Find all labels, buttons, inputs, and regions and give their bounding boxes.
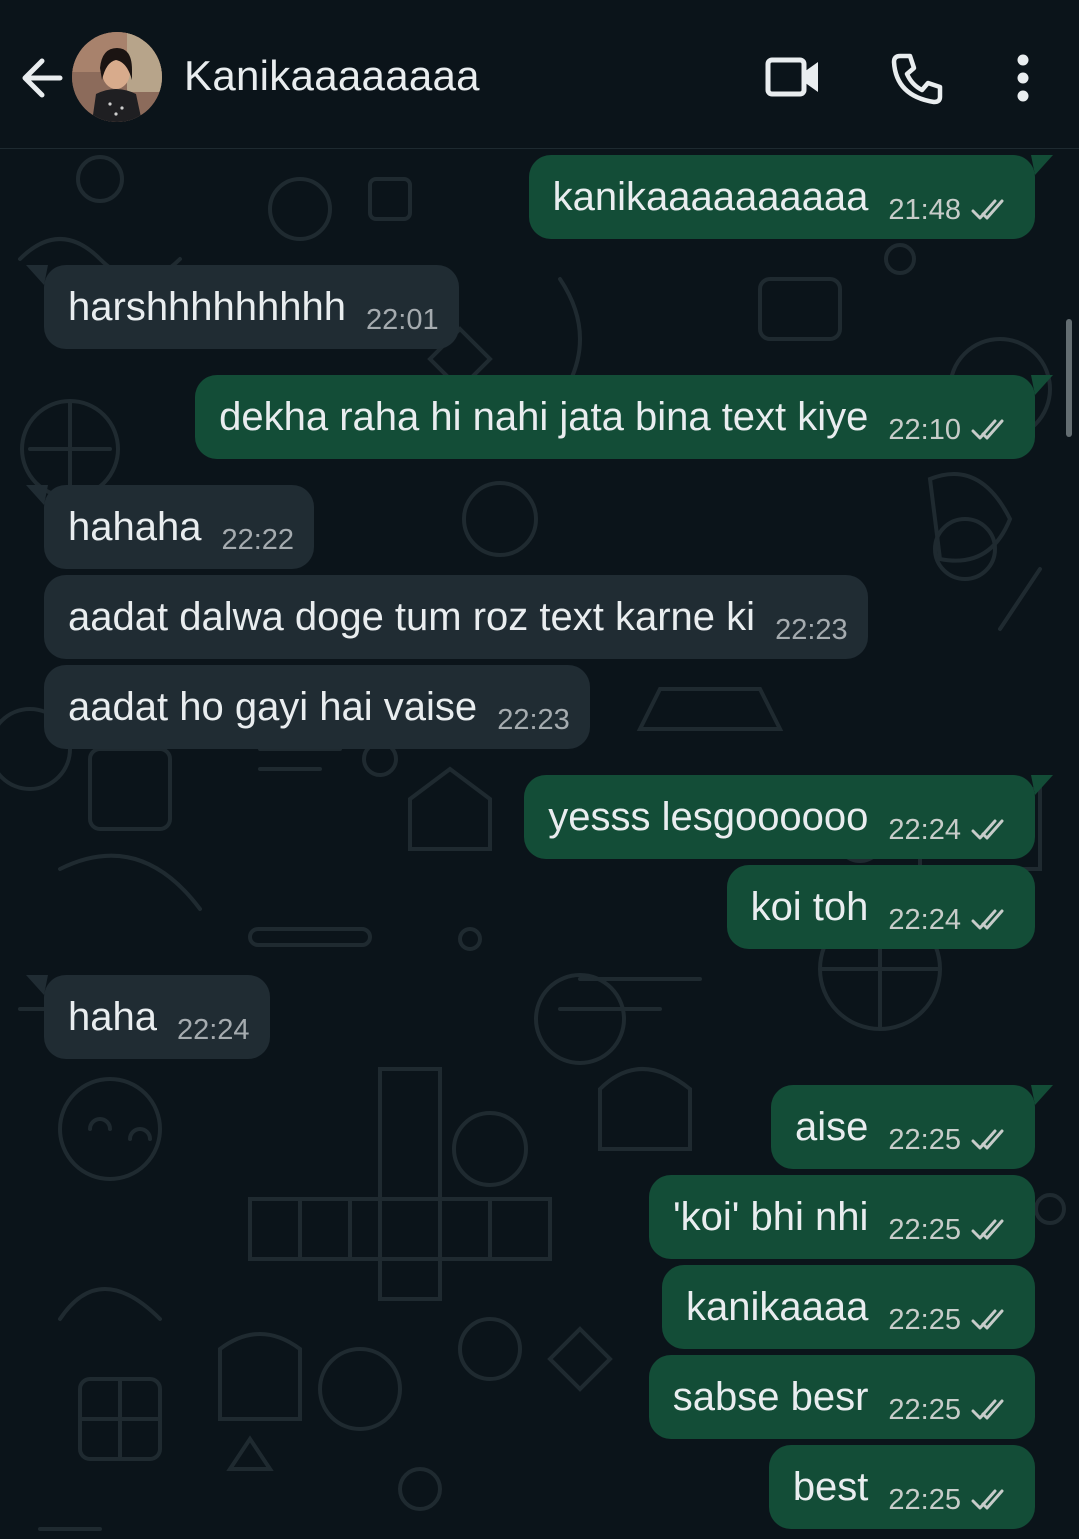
chat-header: Kanikaaaaaaaa <box>0 0 1079 149</box>
message-text: koi toh <box>750 884 869 929</box>
message-text: best <box>792 1464 869 1509</box>
message-meta: 22:25 <box>888 1394 1035 1427</box>
message-time: 22:10 <box>888 413 961 446</box>
read-receipt-icon <box>971 199 1004 220</box>
back-button[interactable] <box>18 52 66 104</box>
bubble-tail <box>26 975 48 995</box>
message-meta: 22:25 <box>888 1214 1035 1247</box>
bubble-tail <box>26 265 48 285</box>
message-text: dekha raha hi nahi jata bina text kiye <box>219 394 869 439</box>
message-text: haha <box>68 994 157 1039</box>
message-time: 22:25 <box>888 1123 961 1156</box>
more-options-icon <box>1017 54 1029 102</box>
incoming-message[interactable]: aadat dalwa doge tum roz text karne ki 22… <box>44 575 868 659</box>
message-text: kanikaaaa <box>686 1284 869 1329</box>
incoming-message[interactable]: hahaha 22:22 <box>44 485 315 569</box>
read-receipt-icon <box>971 1489 1004 1510</box>
message-time: 22:25 <box>888 1483 961 1516</box>
chat-area[interactable]: kanikaaaaaaaaaa 21:48 harshhhhhhhhh 22:01 de… <box>0 149 1079 1539</box>
message-meta: 22:25 <box>888 1124 1035 1157</box>
message-time: 22:01 <box>366 303 439 336</box>
outgoing-message[interactable]: sabse besr 22:25 <box>648 1355 1035 1439</box>
message-time: 22:24 <box>888 903 961 936</box>
incoming-message[interactable]: haha 22:24 <box>44 975 270 1059</box>
message-meta: 22:22 <box>221 524 314 557</box>
message-time: 22:25 <box>888 1393 961 1426</box>
bubble-tail <box>26 485 48 505</box>
message-text: aadat ho gayi hai vaise <box>68 684 478 729</box>
voice-call-button[interactable] <box>888 50 946 113</box>
message-meta: 22:24 <box>888 814 1035 847</box>
more-options-button[interactable] <box>1004 50 1042 111</box>
outgoing-message[interactable]: yesss lesgoooooo 22:24 <box>524 775 1035 859</box>
read-receipt-icon <box>971 419 1004 440</box>
incoming-message[interactable]: aadat ho gayi hai vaise 22:23 <box>44 665 590 749</box>
read-receipt-icon <box>971 819 1004 840</box>
message-text: hahaha <box>68 504 202 549</box>
outgoing-message[interactable]: kanikaaaaaaaaaa 21:48 <box>528 155 1035 239</box>
outgoing-message[interactable]: dekha raha hi nahi jata bina text kiye 22… <box>195 375 1035 459</box>
message-text: kanikaaaaaaaaaa <box>552 174 869 219</box>
back-arrow-icon <box>22 58 63 98</box>
incoming-message[interactable]: harshhhhhhhhh 22:01 <box>44 265 459 349</box>
message-meta: 22:01 <box>366 304 459 337</box>
message-meta: 21:48 <box>888 194 1035 227</box>
message-text: aadat dalwa doge tum roz text karne ki <box>68 594 756 639</box>
message-time: 22:25 <box>888 1213 961 1246</box>
read-receipt-icon <box>971 1399 1004 1420</box>
read-receipt-icon <box>971 909 1004 930</box>
message-time: 22:25 <box>888 1303 961 1336</box>
video-call-icon <box>765 57 818 97</box>
message-meta: 22:23 <box>775 614 868 647</box>
bubble-tail <box>1031 775 1053 795</box>
avatar[interactable] <box>72 32 162 122</box>
message-text: harshhhhhhhhh <box>68 284 347 329</box>
scrollbar[interactable] <box>1066 319 1072 437</box>
bubble-tail <box>1031 375 1053 395</box>
bubble-tail <box>1031 1085 1053 1105</box>
message-text: aise <box>795 1104 869 1149</box>
message-time: 22:23 <box>497 703 570 736</box>
outgoing-message[interactable]: aise 22:25 <box>771 1085 1035 1169</box>
bubble-tail <box>1031 155 1053 175</box>
message-time: 21:48 <box>888 193 961 226</box>
outgoing-message[interactable]: best 22:25 <box>768 1445 1035 1529</box>
message-time: 22:23 <box>775 613 848 646</box>
read-receipt-icon <box>971 1309 1004 1330</box>
message-text: 'koi' bhi nhi <box>673 1194 869 1239</box>
message-time: 22:24 <box>176 1013 250 1046</box>
voice-call-icon <box>891 53 943 105</box>
message-time: 22:24 <box>888 813 961 846</box>
message-meta: 22:25 <box>888 1304 1035 1337</box>
message-meta: 22:23 <box>497 704 590 737</box>
read-receipt-icon <box>971 1129 1004 1150</box>
message-text: yesss lesgoooooo <box>548 794 869 839</box>
outgoing-message[interactable]: koi toh 22:24 <box>726 865 1035 949</box>
contact-name[interactable]: Kanikaaaaaaaa <box>184 52 480 100</box>
outgoing-message[interactable]: 'koi' bhi nhi 22:25 <box>649 1175 1035 1259</box>
message-meta: 22:24 <box>177 1014 270 1047</box>
outgoing-message[interactable]: kanikaaaa 22:25 <box>662 1265 1035 1349</box>
read-receipt-icon <box>971 1219 1004 1240</box>
message-meta: 22:24 <box>888 904 1035 937</box>
message-meta: 22:10 <box>888 414 1035 447</box>
message-text: sabse besr <box>672 1374 869 1419</box>
video-call-button[interactable] <box>762 50 824 109</box>
message-time: 22:22 <box>221 523 295 556</box>
message-meta: 22:25 <box>888 1484 1035 1517</box>
